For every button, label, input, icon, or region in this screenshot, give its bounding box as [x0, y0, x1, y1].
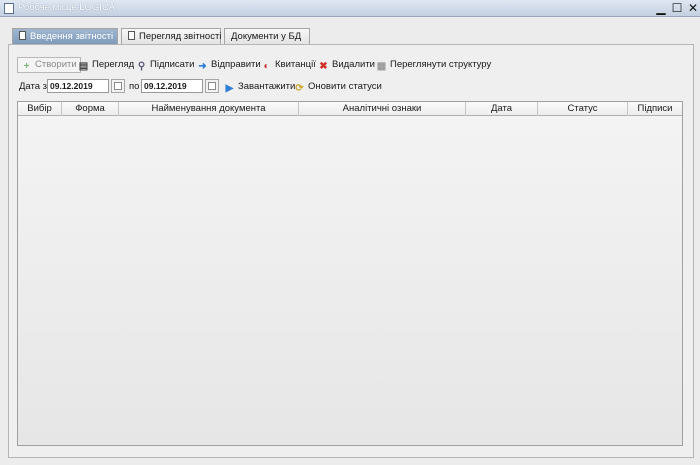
- sign-label: Підписати: [150, 59, 195, 70]
- window-title: Робоче місце LOGICA: [18, 2, 116, 13]
- delete-x-icon: ✖: [319, 61, 328, 72]
- tab-label: Документи у БД: [231, 31, 302, 42]
- refresh-status-button[interactable]: ⟳ Оновити статуси: [294, 80, 382, 94]
- structure-label: Переглянути структуру: [390, 59, 492, 70]
- receipt-icon: ◐: [263, 61, 270, 72]
- refresh-icon: ⟳: [295, 83, 304, 94]
- magnifier-icon: ⚲: [137, 61, 146, 72]
- view-button[interactable]: ▤ Перегляд: [78, 58, 134, 72]
- date-from-calendar-button[interactable]: [111, 79, 125, 93]
- column-header-select[interactable]: Вибір: [18, 102, 62, 116]
- calendar-icon: [208, 82, 216, 90]
- calendar-icon: [114, 82, 122, 90]
- load-button[interactable]: ▶ Завантажити: [224, 80, 296, 94]
- table-header: Вибір Форма Найменування документа Аналі…: [18, 102, 682, 116]
- column-header-status[interactable]: Статус: [538, 102, 628, 116]
- date-from-input[interactable]: 09.12.2019: [47, 79, 109, 93]
- view-label: Перегляд: [92, 59, 135, 70]
- column-header-document-name[interactable]: Найменування документа: [119, 102, 299, 116]
- date-to-label: по: [129, 81, 140, 92]
- app-icon: [4, 3, 14, 14]
- receipts-label: Квитанції: [275, 59, 316, 70]
- date-to-calendar-button[interactable]: [205, 79, 219, 93]
- tab-report-entry[interactable]: Введення звітності: [12, 28, 118, 44]
- create-label: Створити: [35, 59, 77, 70]
- tab-label: Введення звітності: [30, 31, 114, 42]
- sign-button[interactable]: ⚲ Підписати: [136, 58, 195, 72]
- date-to-input[interactable]: 09.12.2019: [141, 79, 203, 93]
- date-from-label: Дата з: [19, 81, 48, 92]
- tab-db-documents[interactable]: Документи у БД: [224, 28, 310, 44]
- tab-label: Перегляд звітності: [139, 31, 222, 42]
- plus-icon: +: [23, 61, 30, 72]
- column-header-date[interactable]: Дата: [466, 102, 538, 116]
- arrow-right-icon: ➜: [198, 61, 207, 72]
- view-structure-button[interactable]: ▦ Переглянути структуру: [376, 58, 491, 72]
- maximize-button[interactable]: ☐: [670, 1, 684, 15]
- load-label: Завантажити: [238, 81, 296, 92]
- minimize-button[interactable]: ▁: [654, 1, 668, 15]
- tab-report-view[interactable]: Перегляд звітності: [121, 28, 221, 44]
- structure-icon: ▦: [376, 61, 387, 72]
- documents-table[interactable]: Вибір Форма Найменування документа Аналі…: [17, 101, 683, 446]
- column-header-analytics[interactable]: Аналітичні ознаки: [299, 102, 466, 116]
- printer-icon: ▤: [78, 61, 89, 72]
- receipts-button[interactable]: ◐ Квитанції: [261, 58, 316, 72]
- play-icon: ▶: [225, 83, 234, 94]
- title-bar: Робоче місце LOGICA ▁ ☐ ✕: [0, 0, 700, 17]
- column-header-form[interactable]: Форма: [62, 102, 119, 116]
- refresh-label: Оновити статуси: [308, 81, 382, 92]
- column-header-signatures[interactable]: Підписи: [628, 102, 682, 116]
- send-button[interactable]: ➜ Відправити: [197, 58, 261, 72]
- document-icon: [19, 31, 26, 40]
- create-button[interactable]: + Створити: [17, 57, 81, 73]
- delete-button[interactable]: ✖ Видалити: [318, 58, 375, 72]
- document-icon: [128, 31, 135, 40]
- send-label: Відправити: [211, 59, 261, 70]
- close-button[interactable]: ✕: [686, 1, 700, 15]
- delete-label: Видалити: [332, 59, 375, 70]
